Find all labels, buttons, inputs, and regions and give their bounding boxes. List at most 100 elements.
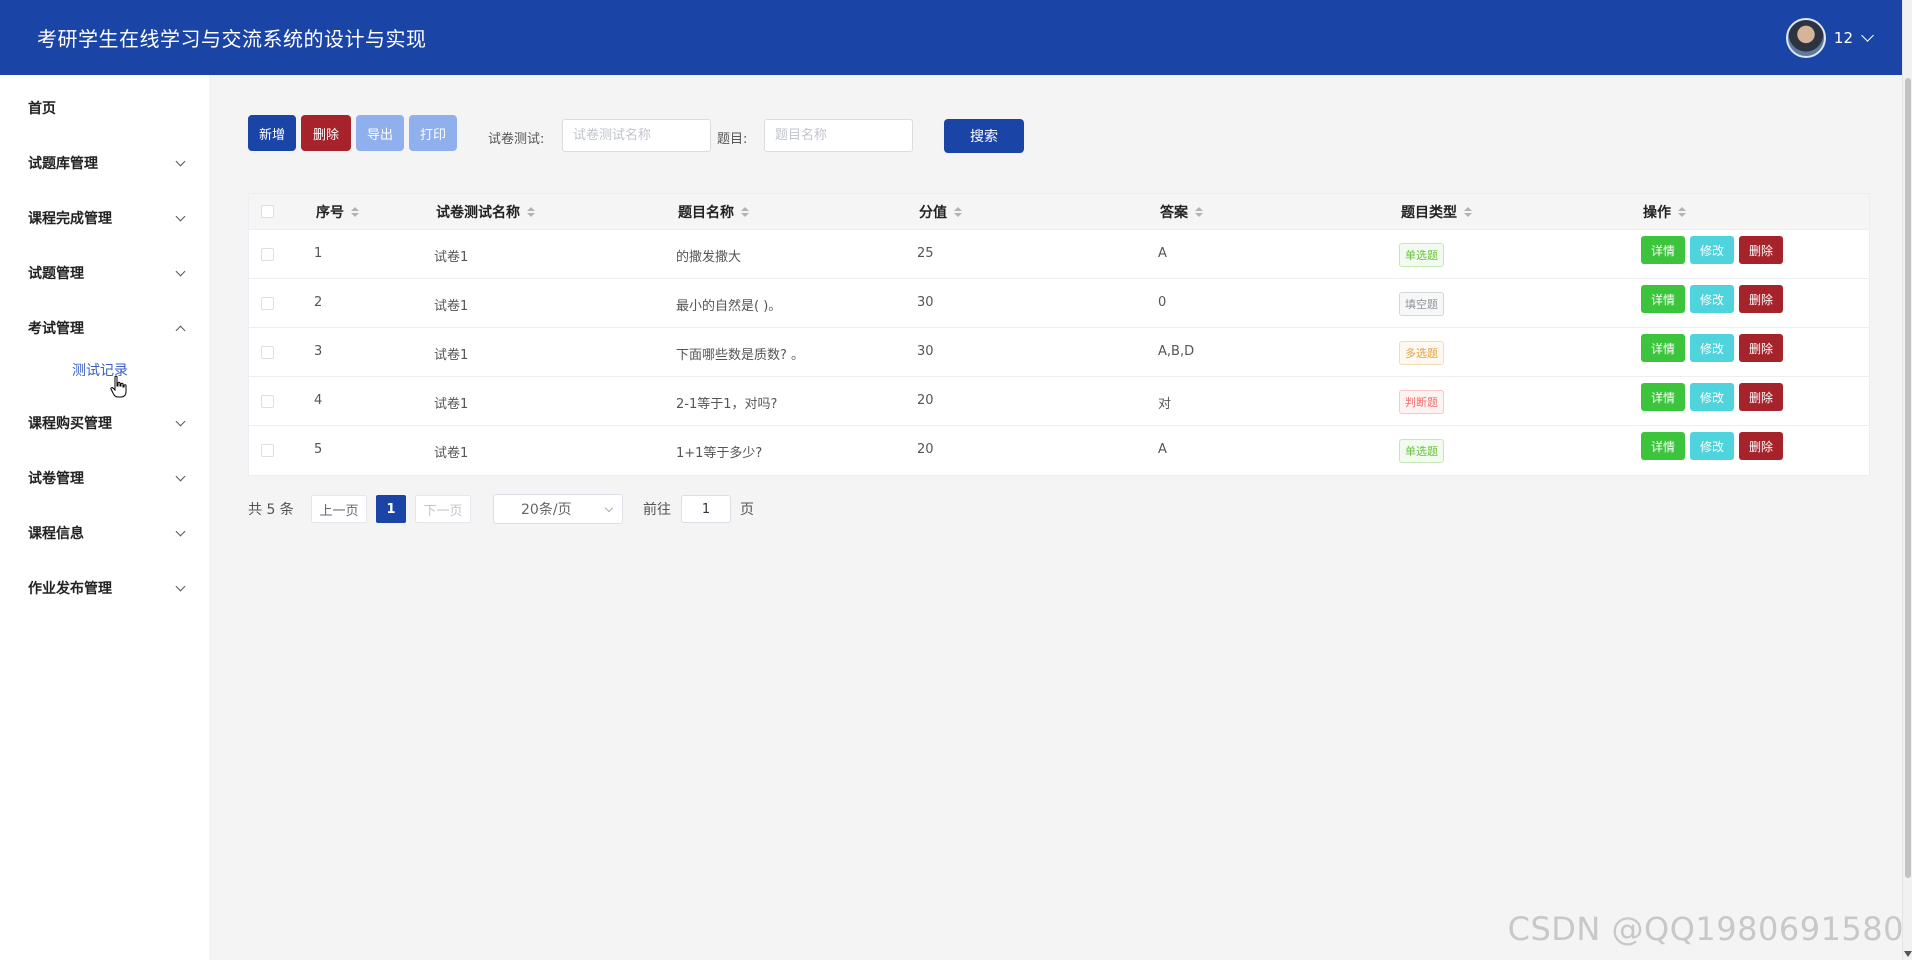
header-label: 分值 <box>919 204 947 221</box>
page-number-current[interactable]: 1 <box>376 495 406 523</box>
select-all-checkbox[interactable] <box>261 205 274 218</box>
cell-answer: A,B,D <box>1158 344 1195 359</box>
chevron-down-icon <box>175 581 186 591</box>
question-type-tag: 填空题 <box>1399 292 1444 316</box>
sidebar-item-label: 试题管理 <box>28 266 84 282</box>
scrollbar-thumb[interactable] <box>1905 78 1911 878</box>
records-table: 序号 试卷测试名称 题目名称 分值 答案 题目类型 操作 1 试卷1 的撒发撒大 25… <box>248 193 1870 476</box>
cell-question: 2-1等于1，对吗? <box>676 397 778 412</box>
edit-button[interactable]: 修改 <box>1690 236 1734 264</box>
cell-answer: 对 <box>1158 397 1172 412</box>
sort-icon[interactable] <box>741 206 749 217</box>
username[interactable]: 12 <box>1834 29 1853 47</box>
cell-exam: 试卷1 <box>434 299 469 314</box>
add-button[interactable]: 新增 <box>248 115 296 151</box>
edit-button[interactable]: 修改 <box>1690 383 1734 411</box>
question-type-tag: 判断题 <box>1399 390 1444 414</box>
delete-button[interactable]: 删除 <box>301 115 351 151</box>
sidebar-item-label: 首页 <box>28 101 56 117</box>
sidebar-item-homework[interactable]: 作业发布管理 <box>28 578 188 598</box>
table-row: 5 试卷1 1+1等于多少? 20 A 单选题 详情 修改 删除 <box>249 426 1869 475</box>
detail-button[interactable]: 详情 <box>1641 383 1685 411</box>
sort-icon[interactable] <box>1678 206 1686 217</box>
watermark: CSDN @QQ1980691580 <box>1507 910 1904 948</box>
sort-icon[interactable] <box>954 206 962 217</box>
row-delete-button[interactable]: 删除 <box>1739 236 1783 264</box>
detail-button[interactable]: 详情 <box>1641 432 1685 460</box>
scroll-down-arrow-icon[interactable] <box>1904 951 1912 957</box>
cell-exam: 试卷1 <box>434 250 469 265</box>
avatar[interactable] <box>1785 17 1826 58</box>
next-page-button[interactable]: 下一页 <box>415 495 471 523</box>
cell-answer: 0 <box>1158 295 1167 310</box>
print-button[interactable]: 打印 <box>409 115 457 151</box>
cell-question: 的撒发撒大 <box>676 250 742 265</box>
header-label: 题目类型 <box>1401 204 1457 221</box>
cell-index: 1 <box>314 246 323 261</box>
edit-button[interactable]: 修改 <box>1690 432 1734 460</box>
detail-button[interactable]: 详情 <box>1641 236 1685 264</box>
row-checkbox[interactable] <box>261 248 274 261</box>
sidebar-item-home[interactable]: 首页 <box>28 98 188 118</box>
row-delete-button[interactable]: 删除 <box>1739 285 1783 313</box>
detail-button[interactable]: 详情 <box>1641 285 1685 313</box>
cell-score: 20 <box>917 393 934 408</box>
hand-cursor-icon <box>110 375 127 398</box>
row-checkbox[interactable] <box>261 297 274 310</box>
cell-index: 3 <box>314 344 323 359</box>
question-type-tag: 单选题 <box>1399 243 1444 267</box>
prev-page-button[interactable]: 上一页 <box>311 495 367 523</box>
sidebar-item-label: 作业发布管理 <box>28 581 112 597</box>
goto-page-input[interactable] <box>681 495 731 523</box>
page-size-select[interactable]: 20条/页 <box>493 494 623 524</box>
row-checkbox[interactable] <box>261 395 274 408</box>
cell-score: 30 <box>917 344 934 359</box>
exam-name-input[interactable] <box>562 119 711 152</box>
sort-icon[interactable] <box>527 206 535 217</box>
row-delete-button[interactable]: 删除 <box>1739 432 1783 460</box>
sidebar-item-course-completion[interactable]: 课程完成管理 <box>28 208 188 228</box>
cell-question: 最小的自然是( )。 <box>676 299 782 314</box>
user-menu[interactable]: 12 <box>1785 17 1874 58</box>
row-delete-button[interactable]: 删除 <box>1739 383 1783 411</box>
sidebar-item-course-purchase[interactable]: 课程购买管理 <box>28 413 188 433</box>
cell-index: 2 <box>314 295 323 310</box>
header-exam-name[interactable]: 试卷测试名称 <box>436 202 535 222</box>
page-size-value: 20条/页 <box>521 502 572 518</box>
vertical-scrollbar[interactable] <box>1902 0 1912 960</box>
header-label: 答案 <box>1160 204 1188 221</box>
row-checkbox[interactable] <box>261 444 274 457</box>
row-delete-button[interactable]: 删除 <box>1739 334 1783 362</box>
edit-button[interactable]: 修改 <box>1690 334 1734 362</box>
sort-icon[interactable] <box>1195 206 1203 217</box>
chevron-up-icon <box>175 325 186 335</box>
header-answer[interactable]: 答案 <box>1160 202 1203 222</box>
header-question-type[interactable]: 题目类型 <box>1401 202 1472 222</box>
sidebar-item-question-bank[interactable]: 试题库管理 <box>28 153 188 173</box>
cell-score: 30 <box>917 295 934 310</box>
sidebar-item-questions[interactable]: 试题管理 <box>28 263 188 283</box>
cell-question: 1+1等于多少? <box>676 446 763 461</box>
edit-button[interactable]: 修改 <box>1690 285 1734 313</box>
question-name-input[interactable] <box>764 119 913 152</box>
cell-exam: 试卷1 <box>434 446 469 461</box>
chevron-down-icon[interactable] <box>1861 28 1874 42</box>
sort-icon[interactable] <box>351 206 359 217</box>
table-header: 序号 试卷测试名称 题目名称 分值 答案 题目类型 操作 <box>249 194 1869 230</box>
cell-exam: 试卷1 <box>434 348 469 363</box>
header-index[interactable]: 序号 <box>316 202 359 222</box>
search-button[interactable]: 搜索 <box>944 119 1024 153</box>
header-score[interactable]: 分值 <box>919 202 962 222</box>
cell-answer: A <box>1158 246 1167 261</box>
sidebar-item-course-info[interactable]: 课程信息 <box>28 523 188 543</box>
chevron-down-icon <box>175 266 186 276</box>
top-header: 考研学生在线学习与交流系统的设计与实现 12 <box>0 0 1902 75</box>
sidebar-item-exams[interactable]: 考试管理 <box>28 318 188 338</box>
sidebar-item-papers[interactable]: 试卷管理 <box>28 468 188 488</box>
sort-icon[interactable] <box>1464 206 1472 217</box>
header-label: 操作 <box>1643 204 1671 221</box>
detail-button[interactable]: 详情 <box>1641 334 1685 362</box>
header-question-name[interactable]: 题目名称 <box>678 202 749 222</box>
export-button[interactable]: 导出 <box>356 115 404 151</box>
row-checkbox[interactable] <box>261 346 274 359</box>
